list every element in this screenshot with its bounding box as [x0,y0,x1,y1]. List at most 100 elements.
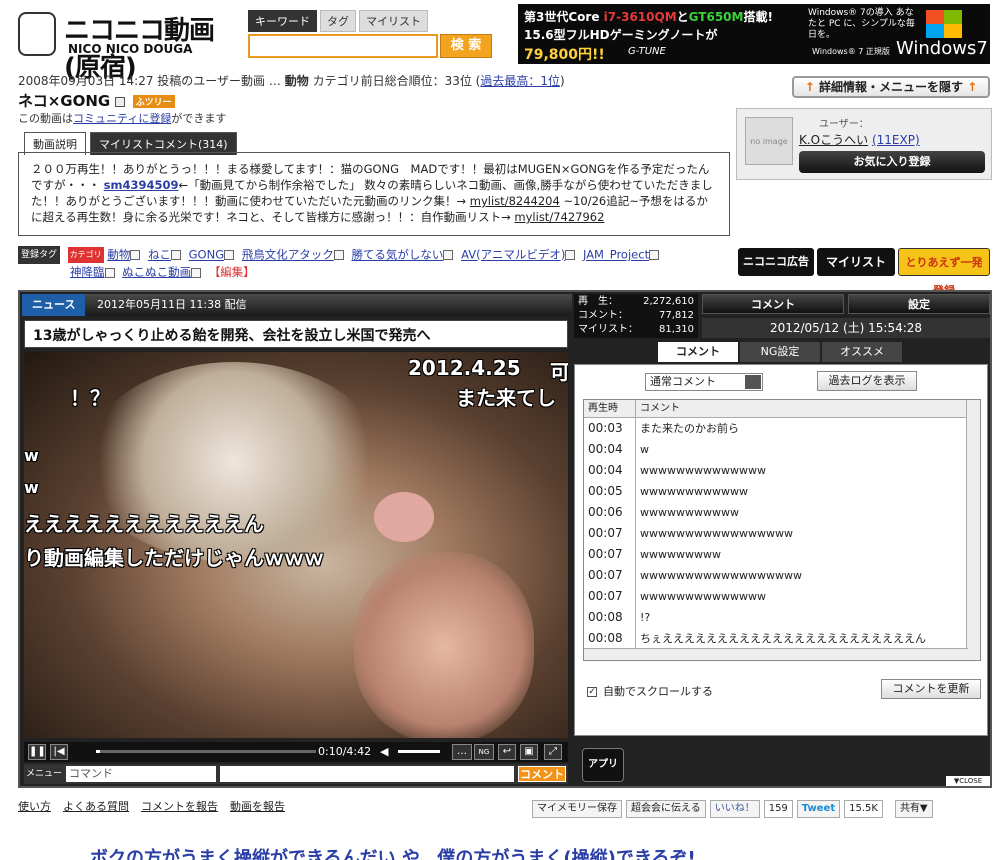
tag-link[interactable]: 勝てる気がしない [351,248,443,262]
report-comment-link[interactable]: コメントを報告 [141,798,218,814]
comment-input[interactable] [220,766,514,782]
dictionary-icon[interactable] [170,250,181,260]
advertise-button[interactable]: ニコニコ広告で宣伝 [738,248,814,296]
table-row[interactable]: 00:06 wwwwwwwwwww [584,502,980,523]
comment-type-select[interactable]: 通常コメント [645,373,763,391]
quick-register-button[interactable]: とりあえず一発登録 [898,248,990,297]
share-menu-button[interactable]: 共有▼ [894,800,933,818]
dictionary-icon[interactable] [565,250,576,260]
checkbox-checked-icon[interactable]: ✓ [587,687,597,697]
tab-settings[interactable]: 設定 [848,294,990,314]
comment-table-header: 再生時 コメント [584,400,980,418]
meta-category[interactable]: 動物 [285,74,309,88]
table-row[interactable]: 00:08!? [584,607,980,628]
pause-icon[interactable]: ❚❚ [28,744,46,760]
past-log-button[interactable]: 過去ログを表示 [817,371,917,391]
desc-link-sm[interactable]: sm4394509 [104,178,179,192]
search-button[interactable]: 検 索 [440,34,492,58]
help-link[interactable]: 使い方 [18,798,51,814]
table-row[interactable]: 00:04 w [584,439,980,460]
volume-slider[interactable] [398,750,440,753]
horizontal-scrollbar[interactable] [584,648,968,660]
ad-banner[interactable]: 第3世代Core i7-3610QMとGT650M搭載! 15.6型フルHDゲー… [518,4,990,64]
dictionary-icon[interactable] [333,250,344,260]
subtab-ng[interactable]: NG設定 [740,342,820,362]
news-tab[interactable]: ニュース [22,294,86,316]
screen-mode-icon[interactable]: ▣ [520,744,538,760]
table-row[interactable]: 00:07 wwwwwwwwwwwwww [584,586,980,607]
tag-link[interactable]: JAM_Project [583,248,649,262]
subtab-recommend[interactable]: オススメ [822,342,902,362]
seek-handle[interactable] [96,750,100,753]
col-comment-header[interactable]: コメント [636,400,980,417]
dictionary-icon[interactable] [224,250,235,260]
mylist-register-button[interactable]: マイリスト登録 [817,248,895,297]
report-video-link[interactable]: 動画を報告 [230,798,285,814]
col-time-header[interactable]: 再生時 [584,400,636,417]
video-screen[interactable]: 2012.4.25 可 ！？ また来てし w w えええええええええええん り動… [24,352,568,738]
tag-link[interactable]: 動物 [107,248,130,262]
table-row[interactable]: 00:08 ちぇえええええええええええええええええええええええん [584,628,980,649]
tree-badge[interactable]: ふツリー [132,95,175,108]
favorite-button[interactable]: お気に入り登録 [799,151,985,173]
table-row[interactable]: 00:07 wwwwwwwww [584,544,980,565]
desc-link-mylist-2[interactable]: mylist/7427962 [514,210,604,224]
app-button[interactable]: アプリ [582,748,624,782]
hide-details-button[interactable]: ↑ 詳細情報・メニューを隠す ↑ [792,76,990,98]
refresh-comments-button[interactable]: コメントを更新 [881,679,981,699]
my-memory-button[interactable]: マイメモリー保存 [532,800,622,818]
dictionary-icon[interactable] [443,250,454,260]
info-icon[interactable] [115,96,126,107]
command-input[interactable]: コマンド [66,766,216,782]
menu-label[interactable]: メニュー [26,766,62,779]
table-row[interactable]: 00:07 wwwwwwwwwwwwwwwww [584,523,980,544]
tag-link[interactable]: 神降臨 [70,265,105,279]
site-logo[interactable]: ニコニコ動画(原宿) NICO NICO DOUGA [16,8,242,83]
fullscreen-icon[interactable]: ⤢ [544,744,562,760]
tweet-button[interactable]: Tweet [796,800,841,818]
facebook-like-button[interactable]: いいね！ [709,800,760,818]
tag-link[interactable]: GONG [189,248,224,262]
speaker-icon[interactable]: ◀ [380,745,388,758]
table-row[interactable]: 00:04 wwwwwwwwwwwwww [584,460,980,481]
search-tab-tag[interactable]: タグ [320,10,356,32]
news-headline[interactable]: 13歳がしゃっくり止める飴を開発、会社を設立し米国で発売へ [24,320,568,348]
dictionary-icon[interactable] [104,267,115,278]
faq-link[interactable]: よくある質問 [63,798,129,814]
tag-lock-label[interactable]: 登録タグ [18,246,61,264]
dictionary-icon[interactable] [130,250,141,260]
search-input[interactable] [248,34,438,58]
search-tab-keyword[interactable]: キーワード [248,10,317,32]
ng-icon[interactable]: NG [474,744,494,760]
table-row[interactable]: 00:03 また来たのかお前ら [584,418,980,439]
close-button[interactable]: ▼CLOSE [946,776,990,786]
desc-link-mylist-1[interactable]: mylist/8244204 [470,194,560,208]
subtab-comment[interactable]: コメント [658,342,738,362]
dictionary-icon[interactable] [191,267,202,278]
dictionary-icon[interactable] [649,250,660,260]
chevron-down-icon[interactable] [745,375,761,389]
comment-toggle-icon[interactable]: … [452,744,472,760]
autoscroll-option[interactable]: ✓ 自動でスクロールする [587,683,713,699]
tell-community-button[interactable]: 超会会に伝える [626,800,706,818]
tab-comment[interactable]: コメント [702,294,844,314]
tag-link[interactable]: AV(アニマルビデオ) [461,248,565,262]
tag-edit-link[interactable]: 【編集】 [209,265,255,279]
tag-link[interactable]: ねこ [148,248,171,262]
skip-back-icon[interactable]: |◀ [50,744,68,760]
vertical-scrollbar[interactable] [966,400,980,660]
search-tab-mylist[interactable]: マイリスト [359,10,428,32]
tag-link[interactable]: 飛鳥文化アタック [242,248,334,262]
user-exp[interactable]: (11EXP) [872,133,920,147]
table-row[interactable]: 00:07 wwwwwwwwwwwwwwwwww [584,565,980,586]
send-comment-button[interactable]: コメント [518,766,566,782]
repeat-icon[interactable]: ↩ [498,744,516,760]
table-row[interactable]: 00:05 wwwwwwwwwwww [584,481,980,502]
avatar[interactable]: no image [745,117,793,165]
tag-link[interactable]: ぬこぬこ動画 [122,265,191,279]
community-link[interactable]: コミュニティに登録 [73,112,171,125]
volume-control[interactable]: ◀ [380,745,444,759]
seek-bar[interactable] [96,750,316,753]
user-name-link[interactable]: K.Oこうへい [799,133,868,147]
meta-best-rank-link[interactable]: 過去最高：1位 [480,74,560,88]
